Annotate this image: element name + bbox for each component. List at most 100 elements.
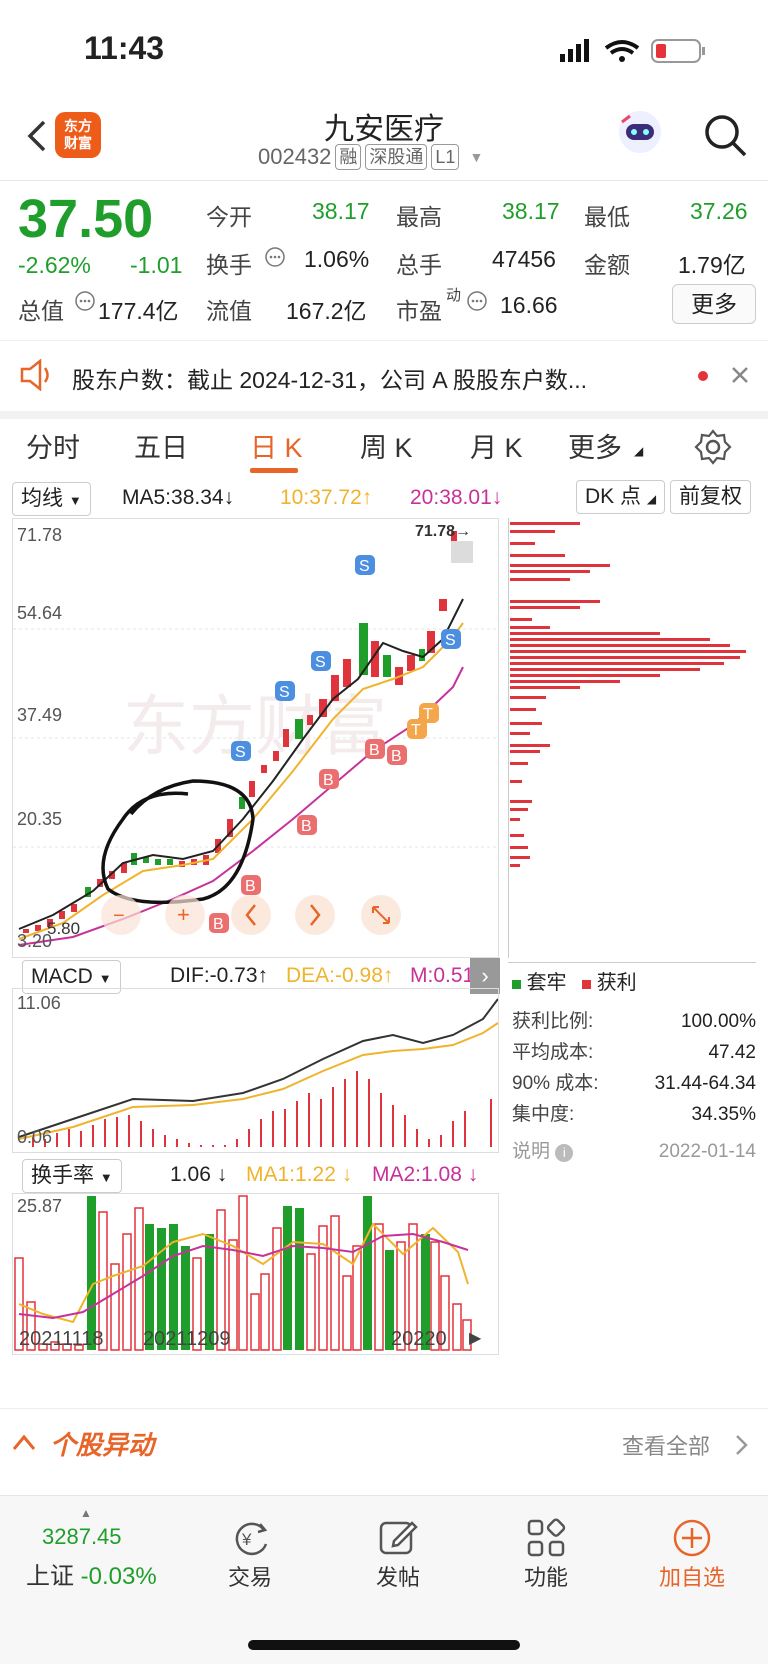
svg-text:S: S (279, 684, 290, 701)
robot-avatar-icon[interactable] (616, 108, 664, 156)
profit-ratio-value: 100.00% (680, 1011, 756, 1032)
info-icon[interactable]: i (555, 1144, 574, 1162)
cost-90-value: 31.44-64.34 (654, 1073, 756, 1094)
adjust-select[interactable]: 前复权 (670, 480, 751, 514)
chip-bars (508, 518, 757, 958)
svg-text:T: T (411, 722, 421, 739)
concentration-label: 集中度: (512, 1104, 575, 1125)
turnover-select[interactable]: 换手率 ▼ (22, 1159, 122, 1193)
date-1: 20211118 (19, 1328, 104, 1350)
low-value: 37.26 (690, 198, 748, 224)
svg-text:B: B (245, 878, 256, 895)
index-value[interactable]: 3287.45 (42, 1524, 122, 1550)
dk-point-select[interactable]: DK 点 ◢ (576, 480, 666, 514)
grid-icon (527, 1518, 566, 1557)
high-label: 最高 (396, 204, 442, 230)
stock-code: 002432 (258, 144, 332, 169)
turnover-bars (14, 1195, 472, 1351)
more-quote-button[interactable]: 更多 (672, 284, 756, 324)
profit-swatch (582, 980, 592, 989)
trade-button[interactable]: ¥ 交易 (190, 1516, 310, 1592)
svg-text:B: B (213, 916, 224, 933)
last-price: 37.50 (18, 189, 154, 249)
chip-legend: 套牢 获利 (512, 966, 637, 995)
chevron-left-icon[interactable] (231, 895, 271, 935)
more-tab-arrow-icon: ◢ (634, 444, 644, 458)
active-tab-indicator (250, 468, 298, 473)
concentration-value: 34.35% (691, 1104, 756, 1125)
tab-intraday[interactable]: 分时 (26, 426, 80, 465)
turnover-ma2: MA2:1.08 ↓ (372, 1163, 479, 1186)
open-label: 今开 (206, 204, 252, 230)
peak-label: 71.78→ (415, 523, 472, 540)
turnover-value: 1.06% (304, 246, 370, 272)
add-watchlist-button[interactable]: 加自选 (632, 1516, 752, 1592)
tag-margin: 融 (335, 144, 362, 170)
pe-value: 16.66 (500, 292, 558, 318)
note-label: 说明 (512, 1141, 551, 1162)
svg-text:T: T (423, 706, 433, 723)
chip-distribution (508, 518, 757, 963)
t-markers: T T (407, 703, 439, 739)
svg-text:B: B (369, 742, 380, 759)
cost-90-label: 90% 成本: (512, 1073, 599, 1094)
open-value: 38.17 (312, 198, 370, 224)
y-tick-2: 54.64 (17, 603, 63, 623)
kline-chart[interactable]: 东方财富 S S S S S B B B B B B T T − + 71.78… (12, 518, 499, 958)
post-button[interactable]: 发帖 (338, 1516, 458, 1592)
trade-icon: ¥ (235, 1522, 268, 1556)
dropdown-icon[interactable]: ▼ (469, 149, 483, 165)
volume-label: 总手 (396, 252, 442, 278)
svg-text:B: B (323, 772, 334, 789)
scroll-right-icon[interactable]: ▶ (469, 1328, 481, 1348)
turnover-chart[interactable]: 25.87 20211118 20211209 20220 ▶ (12, 1193, 499, 1355)
watermark: 东方财富 (123, 689, 387, 763)
index-row[interactable]: 上证 -0.03% (26, 1556, 157, 1591)
pe-superscript: 动 (446, 287, 462, 304)
chevron-right-icon (736, 1435, 748, 1455)
svg-text:S: S (445, 632, 456, 649)
tab-weekly-k[interactable]: 周 K (360, 426, 413, 465)
unread-dot (698, 371, 708, 381)
info-dots-icon[interactable] (466, 290, 488, 312)
svg-text:+: + (177, 902, 190, 927)
amount-value: 1.79亿 (678, 252, 746, 278)
tab-daily-k[interactable]: 日 K (250, 426, 303, 465)
change-amount: -1.01 (130, 252, 183, 278)
close-icon[interactable] (730, 365, 750, 385)
notice-banner[interactable]: 股东户数：截止 2024-12-31，公司 A 股股东户数... (0, 340, 768, 419)
macd-top: 11.06 (17, 993, 61, 1013)
chevron-up-icon (12, 1434, 36, 1450)
svg-text:B: B (391, 748, 402, 765)
y-tick-3: 37.49 (17, 705, 63, 725)
ma5-label: MA5:38.34↓ (122, 486, 235, 509)
y-tick-top: 71.78 (17, 525, 63, 545)
dif-line (18, 998, 499, 1138)
turnover-ma2-line (18, 1232, 469, 1320)
search-icon[interactable] (702, 112, 748, 158)
amount-label: 金额 (584, 252, 630, 278)
plus-circle-icon (673, 1519, 711, 1557)
trapped-swatch (512, 980, 521, 989)
info-dots-icon[interactable] (74, 290, 96, 312)
chevron-right-icon[interactable] (295, 895, 335, 935)
turnover-ma1-line (18, 1222, 469, 1324)
stock-code-row: 002432 融 深股通 L1 ▼ (258, 144, 483, 170)
tab-more[interactable]: 更多 (568, 426, 622, 465)
info-dots-icon[interactable] (264, 246, 286, 268)
macd-svg (18, 998, 499, 1147)
svg-text:S: S (235, 744, 246, 761)
tab-monthly-k[interactable]: 月 K (470, 426, 523, 465)
status-icons (560, 39, 705, 63)
tag-connect: 深股通 (365, 144, 428, 170)
view-all-link[interactable]: 查看全部 (622, 1429, 710, 1461)
svg-text:S: S (359, 558, 370, 575)
tab-five-day[interactable]: 五日 (134, 426, 188, 465)
stock-movement-section[interactable]: 个股异动 查看全部 (0, 1408, 768, 1479)
ma-select[interactable]: 均线 ▼ (12, 482, 91, 516)
macd-chart[interactable]: 11.06 0.06 (12, 988, 499, 1153)
settings-gear-icon[interactable] (694, 428, 732, 466)
function-button[interactable]: 功能 (486, 1516, 606, 1592)
turnover-label: 换手 (206, 252, 252, 278)
status-time: 11:43 (84, 30, 165, 66)
